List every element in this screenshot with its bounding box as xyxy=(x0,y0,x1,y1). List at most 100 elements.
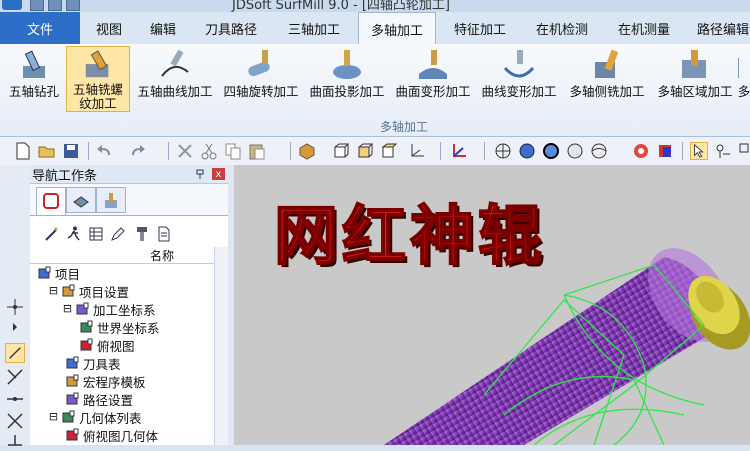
tree-node[interactable]: 宏程序模板 xyxy=(30,372,214,390)
redo-icon[interactable] xyxy=(128,142,146,160)
view-cube-icon[interactable] xyxy=(298,142,316,160)
file-menu-tab[interactable]: 文件 xyxy=(0,12,80,44)
shaded-edges-icon[interactable] xyxy=(542,142,560,160)
multi-axis-area-button[interactable]: 多轴区域加工 xyxy=(654,46,736,112)
five-axis-drill-button[interactable]: 五轴钻孔 xyxy=(6,46,62,112)
new-icon[interactable] xyxy=(14,142,32,160)
move-icon[interactable] xyxy=(5,297,25,317)
tree-node[interactable]: 俯视图 xyxy=(30,336,214,354)
run-icon[interactable] xyxy=(66,226,82,242)
settings-icon xyxy=(62,284,75,297)
wand-icon[interactable] xyxy=(44,226,60,242)
tree-scrollbar[interactable] xyxy=(214,247,229,445)
tree-node[interactable]: 项目 xyxy=(30,264,214,282)
tree-node[interactable]: 世界坐标系 xyxy=(30,318,214,336)
pick-point-icon[interactable] xyxy=(714,142,732,160)
tab-feature[interactable]: 特征加工 xyxy=(442,12,518,44)
app-menu-button[interactable] xyxy=(2,0,22,10)
tab-inspection[interactable]: 在机检测 xyxy=(524,12,600,44)
feature-tab-icon xyxy=(43,193,59,209)
select-icon[interactable] xyxy=(690,142,708,160)
tree-expander[interactable]: ⊟ xyxy=(62,303,73,314)
left-tool-strip xyxy=(0,165,31,446)
material-icon[interactable] xyxy=(656,142,674,160)
tree-node[interactable]: ⊟ 项目设置 xyxy=(30,282,214,300)
coordinate-axes-icon[interactable] xyxy=(450,142,468,160)
new-file-icon[interactable] xyxy=(30,0,44,11)
surface-morph-button[interactable]: 曲面变形加工 xyxy=(392,46,474,112)
five-axis-curve-button[interactable]: 五轴曲线加工 xyxy=(134,46,216,112)
nav-tab-geometry[interactable] xyxy=(66,187,96,213)
surface-projection-button[interactable]: 曲面投影加工 xyxy=(306,46,388,112)
copy-icon[interactable] xyxy=(224,142,242,160)
cut-icon[interactable] xyxy=(200,142,218,160)
multi-axis-area-icon xyxy=(682,50,706,78)
tree-node[interactable]: ⊟ 几何体列表 xyxy=(30,408,214,426)
snap-icon[interactable] xyxy=(738,142,750,160)
save-icon[interactable] xyxy=(62,142,80,160)
tree-node[interactable]: 路径设置 xyxy=(30,390,214,408)
project-tree: 项目 ⊟ 项目设置 ⊟ 加工坐标系世界坐标系俯视图 刀具表宏程序模板 路径设置 ⊟ 几何体列表俯… xyxy=(30,264,214,445)
tree-node-label: 世界坐标系 xyxy=(97,320,160,336)
segment-tool-icon[interactable] xyxy=(5,389,25,409)
toolbar-separator xyxy=(88,142,89,160)
geometry-list-icon xyxy=(62,410,75,423)
nav-tab-features[interactable] xyxy=(36,187,66,215)
toolbar-separator xyxy=(682,142,683,160)
tree-expander[interactable]: ⊟ xyxy=(48,411,59,422)
quick-toolbar xyxy=(0,137,750,166)
tool-icon[interactable] xyxy=(134,226,150,242)
document-icon[interactable] xyxy=(156,226,172,242)
shaded-icon[interactable] xyxy=(518,142,536,160)
tab-toolpath[interactable]: 刀具路径 xyxy=(196,12,266,44)
cross-tool-icon[interactable] xyxy=(5,411,25,431)
five-axis-thread-mill-button[interactable]: 五轴铣螺 纹加工 xyxy=(66,46,130,112)
path-settings-icon xyxy=(66,392,79,405)
tab-three-axis[interactable]: 三轴加工 xyxy=(276,12,352,44)
line-tool-icon[interactable] xyxy=(5,343,25,363)
toolpath-tab-icon xyxy=(105,193,117,208)
tree-expander[interactable]: ⊟ xyxy=(48,285,59,296)
save-file-icon[interactable] xyxy=(66,0,80,11)
four-axis-rotary-button[interactable]: 四轴旋转加工 xyxy=(220,46,302,112)
tab-view[interactable]: 视图 xyxy=(84,12,134,44)
hidden-line-icon[interactable] xyxy=(566,142,584,160)
open-folder-icon[interactable] xyxy=(38,142,56,160)
axis-view-icon[interactable] xyxy=(408,142,426,160)
tree-node[interactable]: 刀具表 xyxy=(30,354,214,372)
tree-node[interactable]: 俯视图几何体 xyxy=(30,426,214,444)
multi-axis-side-mill-button[interactable]: 多轴侧铣加工 xyxy=(566,46,648,112)
tree-node[interactable]: ⊟ 加工坐标系 xyxy=(30,300,214,318)
tab-edit[interactable]: 编辑 xyxy=(138,12,188,44)
four-axis-rotary-icon xyxy=(248,50,270,77)
curve-morph-button[interactable]: 曲线变形加工 xyxy=(478,46,560,112)
arrow-small-icon[interactable] xyxy=(5,317,25,337)
tree-node-label: 宏程序模板 xyxy=(83,374,146,390)
tree-node-label: 俯视图 xyxy=(97,338,135,354)
tab-multi-axis[interactable]: 多轴加工 xyxy=(358,12,436,45)
render-mode-icon[interactable] xyxy=(590,142,608,160)
nav-tab-toolpath[interactable] xyxy=(96,187,126,213)
tab-measurement[interactable]: 在机测量 xyxy=(606,12,682,44)
view-side-icon[interactable] xyxy=(380,142,398,160)
undo-icon[interactable] xyxy=(96,142,114,160)
open-file-icon[interactable] xyxy=(48,0,62,11)
pin-icon[interactable] xyxy=(194,168,206,180)
table-icon[interactable] xyxy=(88,226,104,242)
delete-icon[interactable] xyxy=(176,142,194,160)
wireframe-shading-icon[interactable] xyxy=(494,142,512,160)
tree-column-header[interactable]: 名称 xyxy=(30,247,214,264)
view-front-icon[interactable] xyxy=(332,142,350,160)
paste-icon[interactable] xyxy=(248,142,266,160)
more-button[interactable]: 多 xyxy=(738,46,750,112)
color-icon[interactable] xyxy=(632,142,650,160)
five-axis-drill-icon xyxy=(23,50,45,78)
view-top-icon[interactable] xyxy=(356,142,374,160)
trim-tool-icon[interactable] xyxy=(5,367,25,387)
extend-tool-icon[interactable] xyxy=(5,431,25,451)
3d-viewport[interactable]: 网红神辊 xyxy=(234,165,750,445)
edit-icon[interactable] xyxy=(110,226,126,242)
close-icon[interactable]: x xyxy=(212,168,225,180)
tree-node-label: 俯视图几何体 xyxy=(83,428,159,444)
tab-path-edit[interactable]: 路径编辑 xyxy=(688,12,750,44)
